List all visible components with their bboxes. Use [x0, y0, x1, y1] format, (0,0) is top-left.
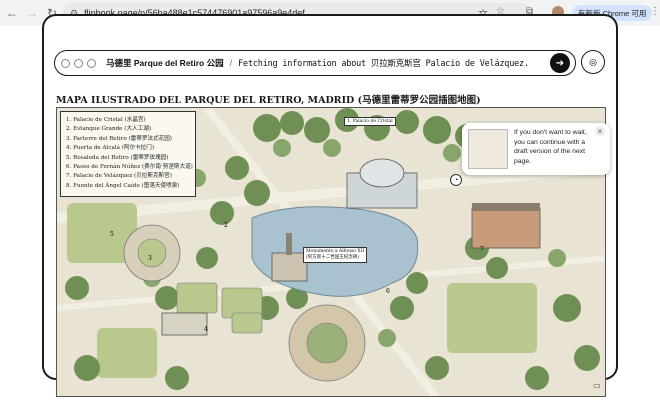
- back-icon[interactable]: ←: [4, 5, 20, 21]
- map-number: 2: [224, 222, 228, 229]
- loading-spinner-icon: ◔: [450, 174, 462, 186]
- chat-icon[interactable]: ▭: [593, 381, 601, 390]
- palacio-label: 1. Palacio de Cristal: [344, 117, 396, 126]
- map-number: 5: [110, 231, 114, 238]
- window-dot: [61, 58, 70, 68]
- info-button[interactable]: ◎: [581, 50, 605, 74]
- map-number: 7: [480, 246, 484, 253]
- draft-thumbnail[interactable]: [468, 129, 508, 169]
- legend-item: 8. Fuente del Ángel Caído (堕落天使喷泉): [66, 182, 180, 189]
- legend-item: 5. Rosaleda del Retiro (雷蒂罗玫瑰园): [66, 154, 169, 161]
- app-topbar: 马德里 Parque del Retiro 公园 / Fetching info…: [54, 50, 576, 76]
- window-dot: [87, 58, 96, 68]
- forward-icon[interactable]: →: [24, 5, 40, 21]
- close-icon[interactable]: ×: [595, 126, 605, 136]
- tooltip-text: If you don't want to wait, you can conti…: [514, 129, 587, 165]
- map-title: MAPA ILUSTRADO DEL PARQUE DEL RETIRO, MA…: [56, 95, 481, 106]
- legend-item: 4. Puerta de Alcalá (阿尔卡拉门): [66, 145, 155, 152]
- more-menu-icon[interactable]: ⋮: [650, 6, 660, 17]
- monument-label: Monumento a Alfonso XII (阿方索十二世国王纪念碑): [303, 247, 368, 263]
- status-text: Fetching information about 贝拉斯克斯宫 Palaci…: [238, 59, 529, 69]
- map-number: 4: [204, 326, 208, 333]
- legend-item: 2. Estanque Grande (大人工湖): [66, 126, 152, 133]
- legend-item: 1. Palacio de Cristal (水晶宫): [66, 117, 146, 123]
- legend-item: 6. Paseo de Fernán Núñez (费尔南·努涅斯大道): [66, 164, 193, 171]
- arrow-right-icon[interactable]: ➔: [550, 53, 570, 73]
- map-number: 3: [148, 255, 152, 262]
- title-separator: /: [229, 58, 233, 68]
- legend-item: 3. Parterre del Retiro (雷蒂罗法式花园): [66, 135, 172, 142]
- window-dots: [61, 58, 96, 68]
- window-dot: [74, 58, 83, 68]
- legend-item: 7. Palacio de Velázquez (贝拉斯克斯宫): [66, 173, 172, 180]
- map-number: 6: [386, 288, 390, 295]
- map-legend: 1. Palacio de Cristal (水晶宫) 2. Estanque …: [60, 111, 196, 197]
- app-title: 马德里 Parque del Retiro 公园: [106, 58, 224, 68]
- monument-label-line2: (阿方索十二世国王纪念碑): [306, 255, 360, 260]
- draft-tooltip[interactable]: If you don't want to wait, you can conti…: [462, 123, 610, 175]
